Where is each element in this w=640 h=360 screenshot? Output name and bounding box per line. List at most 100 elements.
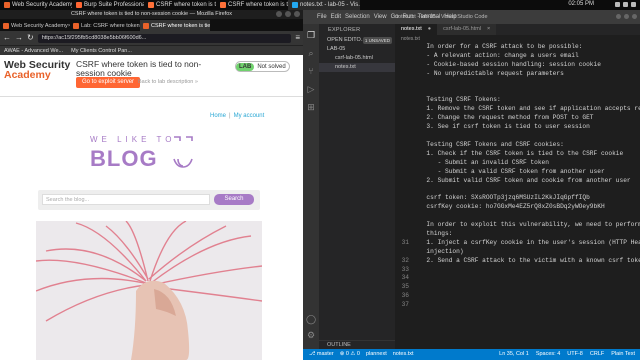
code-line: - Submit a valid CSRF token from another… [419,167,605,175]
source-control-icon[interactable]: ⑂ [306,66,316,76]
app-icon [76,2,82,8]
search-button[interactable]: Search [214,194,254,205]
line-number: 33 [401,265,409,273]
explorer-icon[interactable]: ❐ [306,30,316,40]
run-debug-icon[interactable]: ▷ [306,84,316,94]
taskbar-item[interactable]: notes.txt - lab-05 - Vis... [288,0,360,10]
line-number: 37 [401,301,409,309]
outline-section[interactable]: OUTLINE [319,340,395,349]
taskbar-item-label: CSRF where token is tie... [228,2,288,8]
app-icon [4,2,10,8]
back-to-lab-link[interactable]: Back to lab description » [138,79,198,85]
code-line: things: [419,229,453,237]
status-item[interactable]: Plain Text [611,349,635,360]
bookmark-clients[interactable]: My Clients Control Pan... [71,48,132,54]
system-tray [615,2,636,7]
browser-tab[interactable]: Web Security Academy × [0,20,70,31]
menu-item[interactable]: View [374,14,387,20]
browser-tab-label: Web Security Academy [11,22,68,29]
search-icon[interactable]: ⌕ [306,48,316,58]
code-line: Testing CSRF Tokens: [419,96,501,104]
reload-icon[interactable]: ↻ [27,31,34,45]
editor-tab[interactable]: notes.txt ● [395,24,438,35]
tab-close-icon[interactable]: × [487,26,490,32]
blog-nav: Home | My account [210,113,264,119]
forward-arrow-icon[interactable]: → [15,31,23,45]
volume-icon[interactable] [623,2,628,7]
maximize-button[interactable] [285,11,291,17]
status-item[interactable]: notes.txt [393,349,414,360]
my-account-link[interactable]: My account [234,113,265,119]
breadcrumb[interactable]: notes.txt [395,35,640,43]
editor-tab-label: notes.txt [401,26,422,32]
tab-favicon-icon [73,22,79,29]
tab-close-icon[interactable]: ● [428,26,431,32]
app-icon [220,2,226,8]
vs-maximize-button[interactable] [624,14,629,19]
file-csrf-lab-05[interactable]: csrf-lab-05.html [319,54,395,63]
firefox-window: CSRF where token is tied to non-session … [0,10,303,360]
line-number: 32 [401,256,409,264]
home-link[interactable]: Home [210,113,226,119]
browser-tab[interactable]: Lab: CSRF where token ...× [70,20,140,31]
vscode-menubar: File Edit Selection View Go Run Terminal Help no… [303,10,640,24]
status-item[interactable]: UTF-8 [567,349,583,360]
menu-item[interactable]: File [317,14,327,20]
bookmark-awae[interactable]: AWAE - Advanced We... [4,48,63,54]
code-line: - Submit an invalid CSRF token [419,158,549,166]
code-line: 1. Check if the CSRF token is tied to th… [419,149,624,157]
code-line: Testing CSRF Tokens and CSRF cookies: [419,140,564,148]
url-bar[interactable]: https://ac15f295fb5cd8038e5bb06f600d6... [37,33,292,43]
tab-favicon-icon [3,22,9,29]
settings-gear-icon[interactable]: ⚙ [306,330,316,340]
blog-face-icon [173,136,193,168]
vs-minimize-button[interactable] [616,14,621,19]
folder-lab-05[interactable]: LAB-05 [319,45,395,54]
code-line: csrfKey cookie: ho7GGxMe4EZ5rQ8xZ0sBDq2y… [419,203,605,211]
we-like-to-text: WE LIKE TO [90,135,176,144]
menu-item[interactable]: Edit [331,14,341,20]
nav-separator: | [229,113,231,119]
line-number: 31 [401,238,409,246]
code-line: In order for a CSRF attack to be possibl… [419,43,583,50]
code-line: 3. See if csrf token is tied to user ses… [419,123,590,131]
menu-icon[interactable]: ≡ [295,31,300,45]
code-line: - Cookie-based session handling: session… [419,60,601,68]
file-notes-txt[interactable]: notes.txt [319,63,395,72]
power-icon[interactable] [631,2,636,7]
menu-item[interactable]: Selection [345,14,370,20]
taskbar-item[interactable]: Web Security Academy [0,0,72,10]
taskbar-item[interactable]: Burp Suite Professional... [72,0,144,10]
status-item[interactable]: CRLF [590,349,604,360]
lab-status-badge: LAB Not solved [235,61,290,72]
taskbar-item[interactable]: CSRF where token is tie... [144,0,216,10]
code-line: In order to exploit this vulnerability, … [419,221,640,228]
editor-tab[interactable]: csrf-lab-05.html × [437,24,497,35]
status-item[interactable]: plannext [366,349,387,360]
tab-favicon-icon [143,22,149,29]
search-input[interactable]: Search the blog... [42,194,210,205]
status-item[interactable]: Spaces: 4 [536,349,560,360]
code-line: - A relevant action: change a users emai… [419,51,579,59]
network-icon[interactable] [615,2,620,7]
exploit-server-button[interactable]: Go to exploit server [76,77,141,88]
extensions-icon[interactable]: ⊞ [306,102,316,112]
firefox-window-title: CSRF where token is tied to non-session … [70,11,233,17]
close-button[interactable] [294,11,300,17]
account-icon[interactable]: ◯ [306,314,316,324]
activity-bar: ❐ ⌕ ⑂ ▷ ⊞ ◯ ⚙ [303,24,319,349]
status-item[interactable]: Ln 35, Col 1 [499,349,529,360]
browser-tab[interactable]: CSRF where token is tie...× [140,20,210,31]
editor-tab-label: csrf-lab-05.html [443,26,482,32]
status-item[interactable]: ⎇ master [309,349,334,360]
taskbar-item[interactable]: CSRF where token is tie... [216,0,288,10]
vscode-window: File Edit Selection View Go Run Terminal Help no… [303,10,640,360]
back-arrow-icon[interactable]: ← [3,31,11,45]
code-line: 2. Send a CSRF attack to the victim with… [419,256,640,264]
academy-logo[interactable]: Web Security Academy [4,60,70,81]
open-editors-section[interactable]: OPEN EDITO... 1 UNSAVED [319,36,395,45]
status-item[interactable]: ⊗ 0 ⚠ 0 [340,349,360,360]
editor-tabs: notes.txt ● csrf-lab-05.html × [395,24,640,35]
vs-close-button[interactable] [632,14,637,19]
minimize-button[interactable] [276,11,282,17]
